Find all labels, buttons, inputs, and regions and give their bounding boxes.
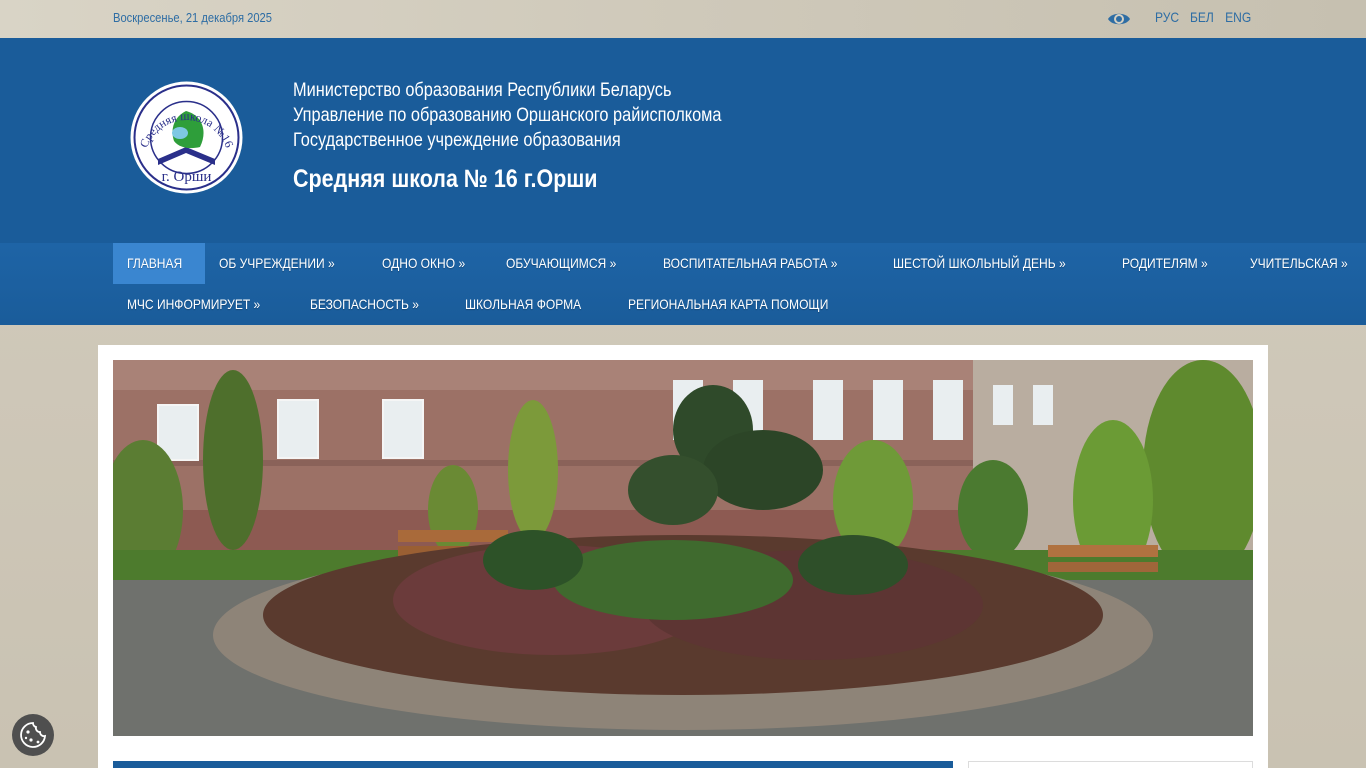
logo-text-bottom: г. Орши [162,169,212,185]
nav-item-parents[interactable]: РОДИТЕЛЯМ » [1108,243,1236,284]
current-date: Воскресенье, 21 декабря 2025 [113,10,273,25]
lang-ru-link[interactable]: РУС [1155,9,1179,25]
lang-be-link[interactable]: БЕЛ [1190,9,1214,25]
language-switcher: РУС БЕЛ ENG [1153,9,1253,25]
eye-icon[interactable] [1107,9,1131,29]
sidebar-box [968,761,1253,768]
content-card [98,345,1268,768]
department-title: Управление по образованию Оршанского рай… [293,105,722,126]
header-titles: Министерство образования Республики Бела… [293,78,791,194]
hero-image [113,360,1253,736]
ministry-title: Министерство образования Республики Бела… [293,80,672,101]
nav-item-uniform[interactable]: ШКОЛЬНАЯ ФОРМА [451,284,614,325]
lang-en-link[interactable]: ENG [1225,9,1251,25]
nav-item-safety[interactable]: БЕЗОПАСНОСТЬ » [296,284,451,325]
cookie-icon[interactable] [12,714,54,756]
nav-item-sixth-day[interactable]: ШЕСТОЙ ШКОЛЬНЫЙ ДЕНЬ » [879,243,1108,284]
institution-type: Государственное учреждение образования [293,130,621,151]
nav-item-home[interactable]: ГЛАВНАЯ [113,243,206,284]
nav-row-1: ГЛАВНАЯ ОБ УЧРЕЖДЕНИИ » ОДНО ОКНО » ОБУЧ… [113,243,1366,284]
nav-item-help-map[interactable]: РЕГИОНАЛЬНАЯ КАРТА ПОМОЩИ [614,284,875,325]
content-heading-bar [113,761,953,768]
nav-item-students[interactable]: ОБУЧАЮЩИМСЯ » [492,243,648,284]
school-logo[interactable]: г. Орши Средняя школа №16 [130,81,243,194]
top-bar: Воскресенье, 21 декабря 2025 РУС БЕЛ ENG [0,0,1366,38]
nav-item-teachers[interactable]: УЧИТЕЛЬСКАЯ » [1236,243,1366,284]
main-nav: ГЛАВНАЯ ОБ УЧРЕЖДЕНИИ » ОДНО ОКНО » ОБУЧ… [0,243,1366,325]
site-header: г. Орши Средняя школа №16 Министерство о… [0,38,1366,243]
school-name[interactable]: Средняя школа № 16 г.Орши [293,165,722,194]
nav-item-one-window[interactable]: ОДНО ОКНО » [368,243,493,284]
nav-row-2: МЧС ИНФОРМИРУЕТ » БЕЗОПАСНОСТЬ » ШКОЛЬНА… [113,284,875,325]
nav-item-education-work[interactable]: ВОСПИТАТЕЛЬНАЯ РАБОТА » [649,243,880,284]
nav-item-emergency[interactable]: МЧС ИНФОРМИРУЕТ » [113,284,296,325]
nav-item-about[interactable]: ОБ УЧРЕЖДЕНИИ » [205,243,368,284]
